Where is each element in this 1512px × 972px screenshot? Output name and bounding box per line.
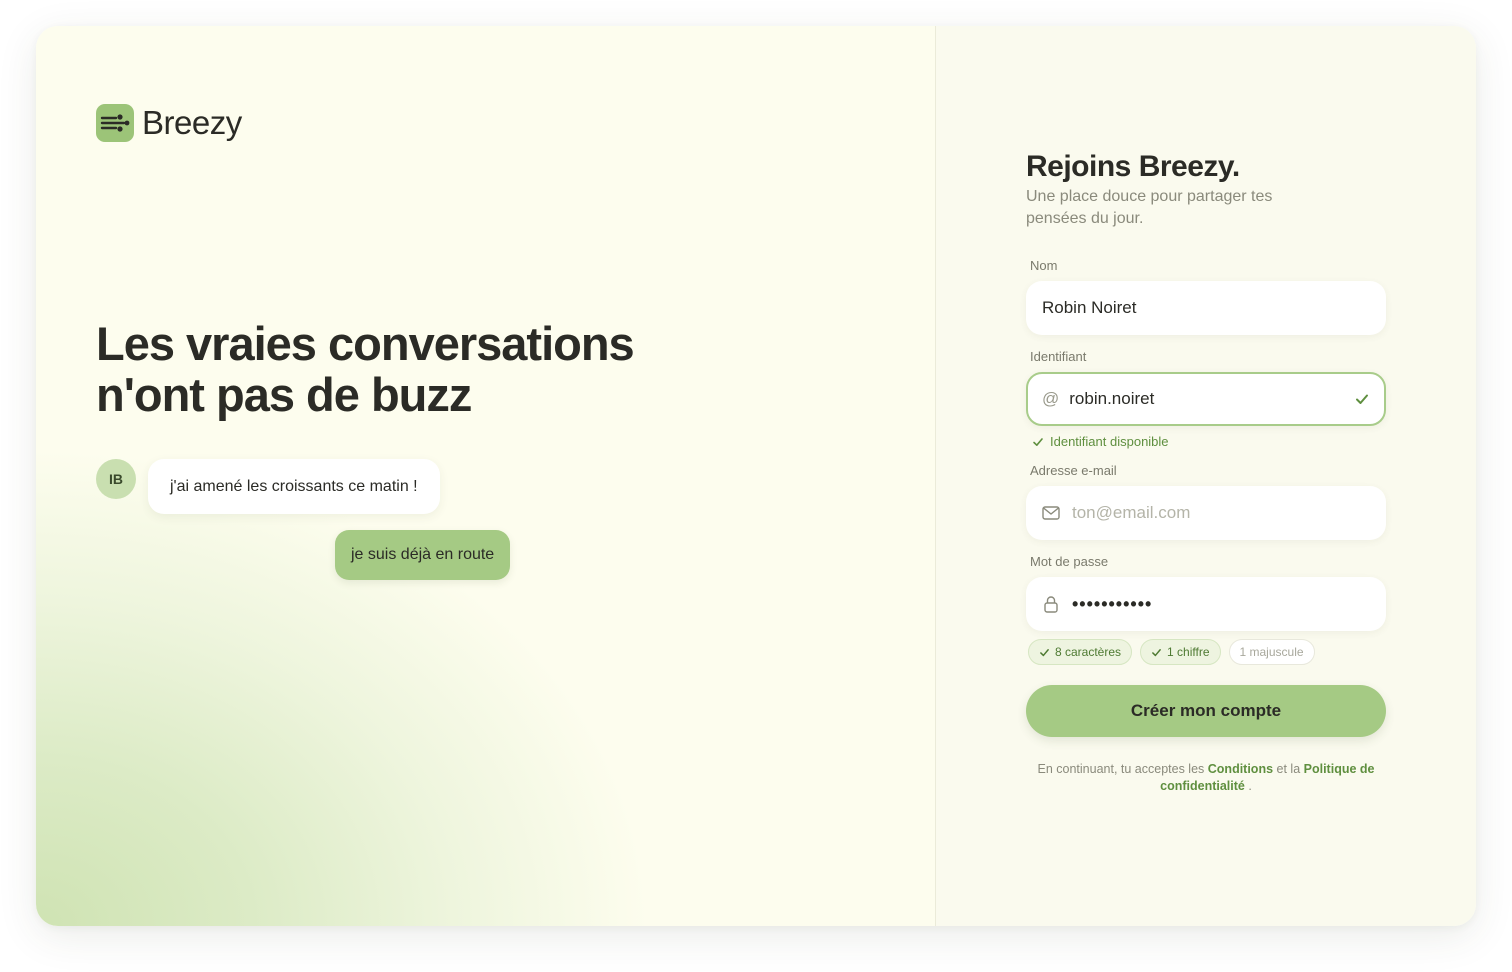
email-label: Adresse e-mail xyxy=(1030,463,1117,478)
rule-label: 1 majuscule xyxy=(1239,645,1304,659)
at-prefix: @ xyxy=(1042,389,1060,408)
password-group: Mot de passe ••••••••••• 8 caractères 1 … xyxy=(1026,554,1386,665)
mail-icon xyxy=(1042,504,1060,522)
rule-label: 8 caractères xyxy=(1055,645,1122,659)
email-input[interactable] xyxy=(1072,503,1370,523)
signup-panel: Rejoins Breezy. Une place douce pour par… xyxy=(936,26,1476,926)
avatar: IB xyxy=(96,459,136,499)
password-input[interactable]: ••••••••••• xyxy=(1072,594,1370,615)
rule-label: 1 chiffre xyxy=(1167,645,1210,659)
check-icon xyxy=(1354,391,1370,407)
brand-logo: Breezy xyxy=(96,104,242,142)
signup-form: Rejoins Breezy. Une place douce pour par… xyxy=(1026,150,1386,795)
handle-availability: Identifiant disponible xyxy=(1032,434,1386,449)
email-group: Adresse e-mail xyxy=(1026,463,1386,540)
lock-icon xyxy=(1042,595,1060,613)
chat-bubble-incoming: j'ai amené les croissants ce matin ! xyxy=(148,459,440,514)
handle-input[interactable] xyxy=(1069,389,1354,409)
hero-panel: Breezy Les vraies conversations n'ont pa… xyxy=(36,26,936,926)
password-rules: 8 caractères 1 chiffre 1 majuscule xyxy=(1028,639,1386,665)
rule-chip-uppercase: 1 majuscule xyxy=(1228,639,1315,665)
name-label: Nom xyxy=(1030,258,1058,273)
check-icon xyxy=(1032,436,1044,448)
hero-line-2: n'ont pas de buzz xyxy=(96,368,472,421)
terms-link[interactable]: Conditions xyxy=(1208,762,1273,776)
password-label: Mot de passe xyxy=(1030,554,1109,569)
rule-chip-length: 8 caractères xyxy=(1028,639,1133,665)
check-icon xyxy=(1151,647,1162,658)
chat-bubble-outgoing: je suis déjà en route xyxy=(335,530,511,580)
legal-notice: En continuant, tu acceptes les Condition… xyxy=(1026,761,1386,795)
name-input[interactable] xyxy=(1042,298,1370,318)
handle-status-text: Identifiant disponible xyxy=(1050,434,1169,449)
form-subtitle: Une place douce pour partager tes pensée… xyxy=(1026,188,1273,227)
signup-card: Breezy Les vraies conversations n'ont pa… xyxy=(36,26,1476,926)
password-field[interactable]: ••••••••••• xyxy=(1026,577,1386,631)
legal-prefix: En continuant, tu acceptes les xyxy=(1037,762,1205,776)
wind-icon xyxy=(96,104,134,142)
check-icon xyxy=(1039,647,1050,658)
brand-name: Breezy xyxy=(142,104,242,141)
rule-chip-digit: 1 chiffre xyxy=(1140,639,1221,665)
handle-label: Identifiant xyxy=(1030,349,1087,364)
handle-field[interactable]: @ xyxy=(1026,372,1386,426)
legal-middle: et la xyxy=(1276,762,1301,776)
name-field[interactable] xyxy=(1026,281,1386,335)
email-field[interactable] xyxy=(1026,486,1386,540)
create-account-button[interactable]: Créer mon compte xyxy=(1026,685,1386,737)
hero-line-1: Les vraies conversations xyxy=(96,317,635,370)
hero-headline: Les vraies conversations n'ont pas de bu… xyxy=(96,318,696,420)
legal-suffix: . xyxy=(1248,779,1252,793)
name-group: Nom xyxy=(1026,258,1386,335)
form-title: Rejoins Breezy. xyxy=(1026,150,1240,183)
handle-group: Identifiant @ Identifiant disponible xyxy=(1026,349,1386,449)
